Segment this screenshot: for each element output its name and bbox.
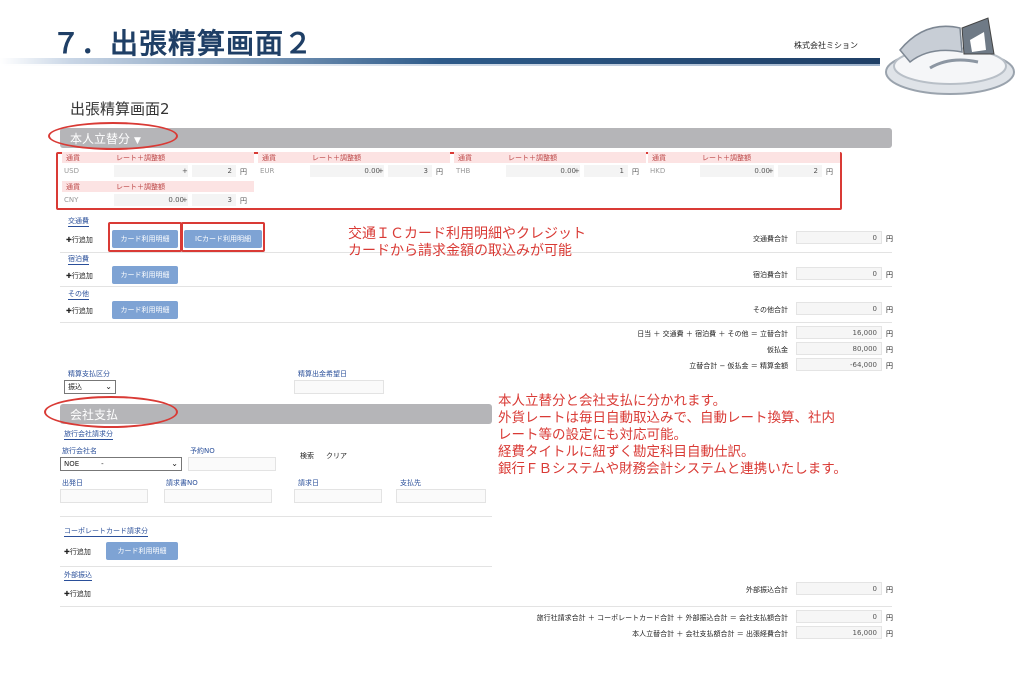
settlement-formula: 立替合計 − 仮払金 ＝ 精算金額 <box>689 362 788 370</box>
invoice-no-input[interactable] <box>164 489 272 503</box>
currency-thb: 通貨 レート＋調整額 THB 0.00 + 1 円 <box>454 152 646 179</box>
currency-hkd: 通貨 レート＋調整額 HKD 0.00 + 2 円 <box>648 152 840 179</box>
annotation-features: 本人立替分と会社支払に分かれます。 外貨レートは毎日自動取込みで、自動レート換算… <box>498 393 847 477</box>
external-transfer-section-label: 外部振込 <box>64 571 92 581</box>
advance-value: 80,000 <box>796 342 882 355</box>
settlement-value: -64,000 <box>796 358 882 371</box>
corporate-card-section-label: コーポレートカード請求分 <box>64 527 148 537</box>
external-total-label: 外部振込合計 <box>746 586 788 594</box>
slide-title: ７．出張精算画面２ <box>52 27 314 60</box>
card-statement-button-other[interactable]: カード利用明細 <box>112 301 178 319</box>
lodging-section-label: 宿泊費 <box>68 255 89 265</box>
currency-rate-grid: 通貨 レート＋調整額 USD + 2 円 通貨 レート＋調整額 EUR 0.00 +… <box>62 152 840 210</box>
other-total-label: その他合計 <box>753 306 788 314</box>
company-name: 株式会社ミション <box>794 41 858 50</box>
highlight-box-ic-button <box>181 222 265 252</box>
expense-settlement-screen: 出張精算画面2 本人立替分 ▼ 通貨 レート＋調整額 USD + 2 円 通貨 レート… <box>44 96 896 656</box>
rate-input-hkd[interactable]: 0.00 <box>700 165 774 177</box>
adjust-input-eur[interactable]: 3 <box>388 165 432 177</box>
screen-title: 出張精算画面2 <box>70 100 170 118</box>
agency-select[interactable]: NOE - ⌄ <box>60 457 182 471</box>
add-row-external[interactable]: ✚行追加 <box>64 589 91 599</box>
rate-input-usd[interactable] <box>114 165 188 177</box>
currency-cny: 通貨 レート＋調整額 CNY 0.00 + 3 円 <box>62 181 254 208</box>
card-statement-button-corporate[interactable]: カード利用明細 <box>106 542 178 560</box>
company-total-formula: 旅行社請求合計 ＋ コーポレートカード合計 ＋ 外部振込合計 ＝ 会社支払額合計 <box>536 614 788 622</box>
transport-total-label: 交通費合計 <box>753 235 788 243</box>
external-total-value: 0 <box>796 582 882 595</box>
company-logo <box>885 17 1015 95</box>
departure-date-label: 出発日 <box>62 479 83 487</box>
highlight-ellipse-company <box>44 396 178 428</box>
add-row-transport[interactable]: ✚行追加 <box>66 235 93 245</box>
adjust-input-cny[interactable]: 3 <box>192 194 236 206</box>
company-total-value: 0 <box>796 610 882 623</box>
billing-date-label: 請求日 <box>298 479 319 487</box>
sum-total-value: 16,000 <box>796 326 882 339</box>
billing-date-input[interactable] <box>294 489 382 503</box>
lodging-total-value: 0 <box>796 267 882 280</box>
card-statement-button-lodging[interactable]: カード利用明細 <box>112 266 178 284</box>
grand-total-formula: 本人立替合計 ＋ 会社支払額合計 ＝ 出張経費合計 <box>632 630 788 638</box>
other-total-value: 0 <box>796 302 882 315</box>
rate-input-cny[interactable]: 0.00 <box>114 194 188 206</box>
advance-label: 仮払金 <box>767 346 788 354</box>
rate-input-thb[interactable]: 0.00 <box>506 165 580 177</box>
lodging-total-label: 宿泊費合計 <box>753 271 788 279</box>
rate-input-eur[interactable]: 0.00 <box>310 165 384 177</box>
reservation-input[interactable] <box>188 457 276 471</box>
departure-date-input[interactable] <box>60 489 148 503</box>
sum-total-formula: 日当 ＋ 交通費 ＋ 宿泊費 ＋ その他 ＝ 立替合計 <box>637 330 788 338</box>
grand-total-value: 16,000 <box>796 626 882 639</box>
add-row-corporate-card[interactable]: ✚行追加 <box>64 547 91 557</box>
personal-section-bar[interactable]: 本人立替分 ▼ <box>60 128 892 148</box>
payee-input[interactable] <box>396 489 486 503</box>
invoice-no-label: 請求書NO <box>166 479 198 487</box>
adjust-input-usd[interactable]: 2 <box>192 165 236 177</box>
desired-date-label: 精算出金希望日 <box>298 370 347 378</box>
header-band-sub <box>0 64 880 66</box>
clear-link[interactable]: クリア <box>326 451 347 461</box>
currency-eur: 通貨 レート＋調整額 EUR 0.00 + 3 円 <box>258 152 450 179</box>
currency-usd: 通貨 レート＋調整額 USD + 2 円 <box>62 152 254 179</box>
search-link[interactable]: 検索 <box>300 451 314 461</box>
adjust-input-thb[interactable]: 1 <box>584 165 628 177</box>
transport-total-value: 0 <box>796 231 882 244</box>
payee-label: 支払先 <box>400 479 421 487</box>
agency-section-label: 旅行会社請求分 <box>64 430 113 440</box>
highlight-ellipse-personal <box>48 122 178 150</box>
annotation-card-import: 交通ＩＣカード利用明細やクレジット カードから請求金額の取込みが可能 <box>348 226 586 259</box>
payment-type-label: 精算支払区分 <box>68 370 110 378</box>
agency-name-label: 旅行会社名 <box>62 447 97 455</box>
chevron-down-icon: ⌄ <box>171 459 178 468</box>
payment-type-select[interactable]: 振込 ⌄ <box>64 380 116 394</box>
transport-section-label: 交通費 <box>68 217 89 227</box>
highlight-box-card-button <box>108 222 182 252</box>
other-section-label: その他 <box>68 290 89 300</box>
chevron-down-icon: ⌄ <box>105 382 112 391</box>
adjust-input-hkd[interactable]: 2 <box>778 165 822 177</box>
reservation-label: 予約NO <box>190 447 215 455</box>
add-row-lodging[interactable]: ✚行追加 <box>66 271 93 281</box>
add-row-other[interactable]: ✚行追加 <box>66 306 93 316</box>
desired-date-input[interactable] <box>294 380 384 394</box>
